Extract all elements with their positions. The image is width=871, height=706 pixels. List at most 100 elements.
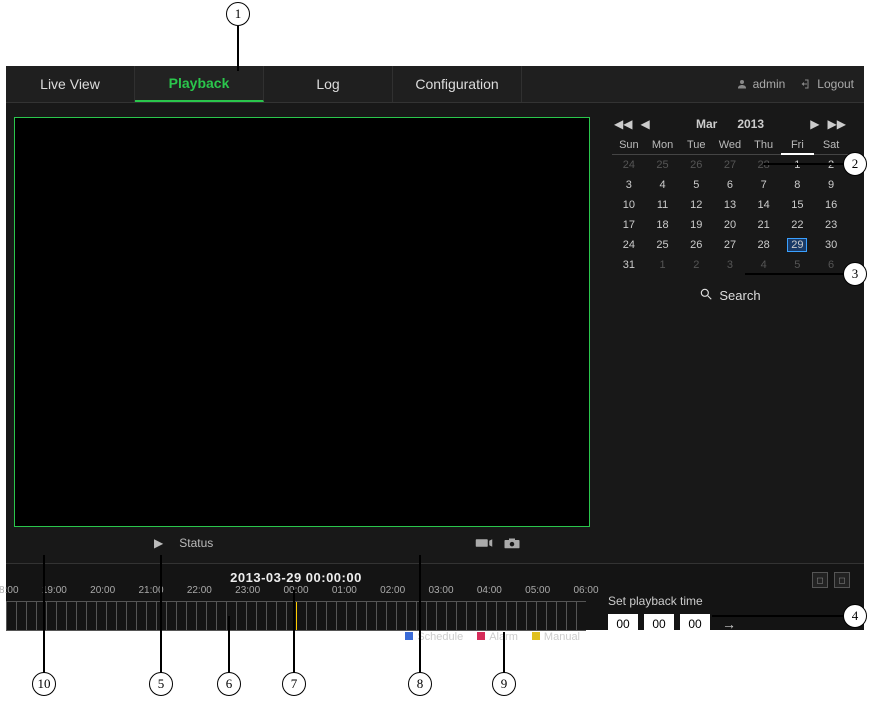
timeline-tick: 00:00 — [283, 585, 308, 596]
top-nav: Live View Playback Log Configuration adm… — [6, 66, 864, 103]
cal-next-month[interactable]: ▶ — [808, 117, 821, 131]
timeline-tick: 03:00 — [428, 585, 453, 596]
cal-year-label: 2013 — [737, 117, 764, 131]
calendar-day[interactable]: 20 — [713, 215, 747, 235]
calendar-day[interactable]: 16 — [814, 195, 848, 215]
callout-8: 8 — [408, 672, 432, 696]
tab-live-view[interactable]: Live View — [6, 66, 135, 102]
timeline[interactable]: 2013-03-29 00:00:00 18:0019:0020:0021:00… — [6, 564, 586, 630]
callout-line-8 — [419, 555, 421, 673]
timeline-right-panel: ◻ ◻ Set playback time → — [586, 564, 864, 630]
calendar-day[interactable]: 2 — [679, 255, 713, 275]
logout-label: Logout — [817, 77, 854, 91]
search-button[interactable]: Search — [612, 287, 848, 304]
calendar-day[interactable]: 14 — [747, 195, 781, 215]
calendar-day[interactable]: 26 — [679, 235, 713, 255]
calendar-day[interactable]: 31 — [612, 255, 646, 275]
cal-dow: Fri — [781, 137, 815, 154]
callout-line-1 — [237, 26, 239, 71]
playback-go-button[interactable]: → — [716, 616, 742, 632]
calendar-day[interactable]: 21 — [747, 215, 781, 235]
playback-time-inputs: → — [608, 614, 850, 634]
timeline-tick: 05:00 — [525, 585, 550, 596]
callout-3: 3 — [843, 262, 867, 286]
calendar-day[interactable]: 1 — [646, 255, 680, 275]
timeline-area: 2013-03-29 00:00:00 18:0019:0020:0021:00… — [6, 563, 864, 630]
tab-playback[interactable]: Playback — [135, 66, 264, 102]
calendar-day[interactable]: 9 — [814, 175, 848, 195]
calendar-day[interactable]: 13 — [713, 195, 747, 215]
callout-line-2 — [763, 163, 845, 165]
callout-4: 4 — [843, 604, 867, 628]
playback-ss-input[interactable] — [680, 614, 710, 634]
callout-6: 6 — [217, 672, 241, 696]
playback-video-pane[interactable] — [14, 117, 590, 527]
zoom-in-icon[interactable]: ◻ — [834, 572, 850, 588]
timeline-tick: 04:00 — [477, 585, 502, 596]
calendar-panel: ◀◀ ◀ Mar 2013 ▶ ▶▶ SunMonTueWedThuFriSat… — [590, 103, 864, 573]
calendar-day[interactable]: 11 — [646, 195, 680, 215]
cal-dow: Mon — [646, 137, 680, 154]
calendar-day[interactable]: 25 — [646, 235, 680, 255]
zoom-out-icon[interactable]: ◻ — [812, 572, 828, 588]
calendar-day[interactable]: 12 — [679, 195, 713, 215]
calendar-day[interactable]: 24 — [612, 235, 646, 255]
play-button[interactable]: ▶ — [154, 536, 163, 550]
calendar-day[interactable]: 3 — [612, 175, 646, 195]
tab-configuration[interactable]: Configuration — [393, 66, 522, 102]
calendar-day[interactable]: 30 — [814, 235, 848, 255]
callout-7: 7 — [282, 672, 306, 696]
calendar-day[interactable]: 5 — [781, 255, 815, 275]
calendar-day[interactable]: 4 — [646, 175, 680, 195]
calendar-grid[interactable]: SunMonTueWedThuFriSat 242526272812345678… — [612, 137, 848, 275]
calendar-day[interactable]: 8 — [781, 175, 815, 195]
calendar-day[interactable]: 24 — [612, 154, 646, 175]
calendar-day[interactable]: 27 — [713, 235, 747, 255]
calendar-day[interactable]: 7 — [747, 175, 781, 195]
timeline-ruler[interactable] — [6, 601, 586, 631]
main-area: ▶ Status ◀◀ ◀ Mar — [6, 103, 864, 573]
calendar-day[interactable]: 6 — [713, 175, 747, 195]
cal-next-year[interactable]: ▶▶ — [826, 117, 848, 131]
legend-schedule: Schedule — [417, 631, 463, 643]
cal-dow: Thu — [747, 137, 781, 154]
timeline-tick: 20:00 — [90, 585, 115, 596]
calendar-day[interactable]: 18 — [646, 215, 680, 235]
calendar-day[interactable]: 26 — [679, 154, 713, 175]
user-label: admin — [753, 77, 786, 91]
calendar-day[interactable]: 15 — [781, 195, 815, 215]
calendar-day[interactable]: 10 — [612, 195, 646, 215]
cal-prev-month[interactable]: ◀ — [638, 117, 651, 131]
timeline-tick: 18:00 — [0, 585, 19, 596]
playback-mm-input[interactable] — [644, 614, 674, 634]
callout-line-3 — [745, 273, 845, 275]
cal-prev-year[interactable]: ◀◀ — [612, 117, 634, 131]
cal-dow: Tue — [679, 137, 713, 154]
calendar-day[interactable]: 3 — [713, 255, 747, 275]
snapshot-icon[interactable] — [503, 536, 521, 550]
calendar-day[interactable]: 27 — [713, 154, 747, 175]
timeline-play-cursor[interactable] — [296, 602, 297, 630]
timeline-tick: 22:00 — [187, 585, 212, 596]
playback-hh-input[interactable] — [608, 614, 638, 634]
calendar-day[interactable]: 5 — [679, 175, 713, 195]
calendar-day[interactable]: 28 — [747, 235, 781, 255]
tab-log[interactable]: Log — [264, 66, 393, 102]
calendar-day[interactable]: 22 — [781, 215, 815, 235]
callout-line-10 — [43, 555, 45, 673]
calendar-day[interactable]: 25 — [646, 154, 680, 175]
record-type-legend: Schedule Alarm Manual — [6, 631, 586, 643]
calendar-day[interactable]: 17 — [612, 215, 646, 235]
calendar-day[interactable]: 4 — [747, 255, 781, 275]
calendar-day[interactable]: 29 — [781, 235, 815, 255]
clip-icon[interactable] — [475, 536, 493, 550]
logout-button[interactable]: Logout — [799, 77, 854, 91]
cal-dow: Sat — [814, 137, 848, 154]
callout-line-9 — [503, 632, 505, 673]
set-playback-time-label: Set playback time — [608, 594, 850, 608]
calendar-day[interactable]: 28 — [747, 154, 781, 175]
calendar-day[interactable]: 1 — [781, 154, 815, 175]
cal-month-label: Mar — [696, 117, 717, 131]
calendar-day[interactable]: 19 — [679, 215, 713, 235]
calendar-day[interactable]: 23 — [814, 215, 848, 235]
